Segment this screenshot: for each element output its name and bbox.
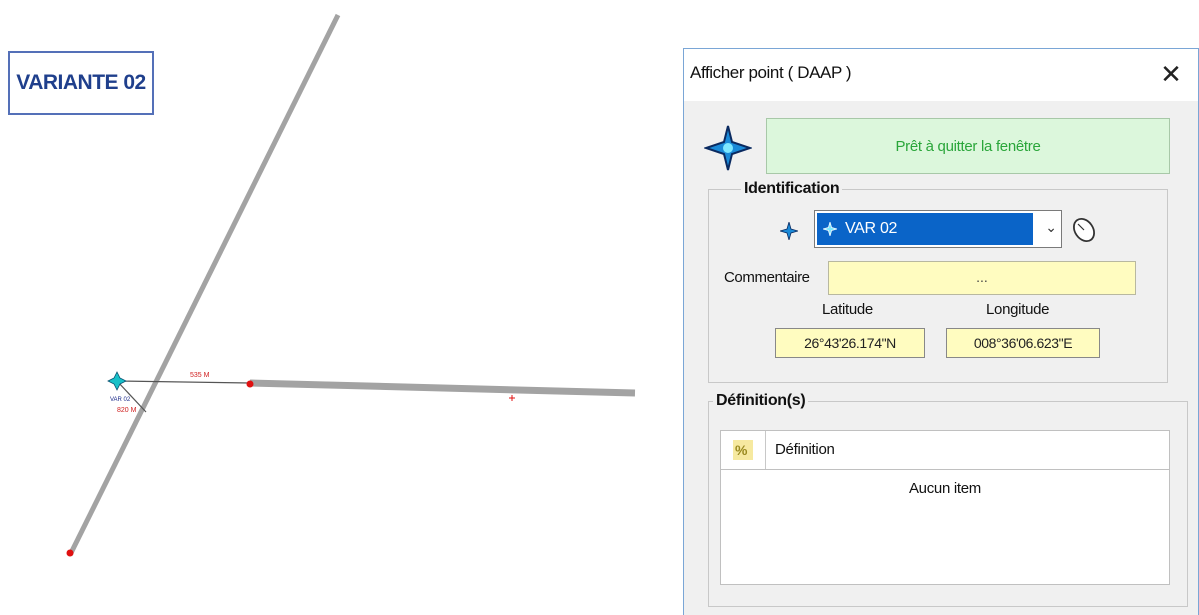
point-option-icon <box>823 222 837 236</box>
identification-legend: Identification <box>744 180 840 197</box>
map-point-label: VAR 02 <box>110 397 131 403</box>
longitude-label: Longitude <box>986 301 1050 318</box>
status-message: Prêt à quitter la fenêtre <box>766 118 1170 174</box>
distance-label-perpendicular: 820 M <box>117 407 137 414</box>
dialog-title: Afficher point ( DAAP ) <box>690 63 852 82</box>
close-icon[interactable]: ✕ <box>1154 57 1188 91</box>
variant-label: VARIANTE 02 <box>8 51 154 115</box>
mouse-pick-icon[interactable] <box>1070 213 1098 245</box>
definitions-table-header: % Définition <box>720 430 1170 470</box>
road-endpoint-junction <box>246 380 254 388</box>
target-marker-icon <box>509 395 515 401</box>
comment-label: Commentaire <box>724 269 810 286</box>
svg-text:%: % <box>735 442 748 458</box>
dialog-titlebar[interactable]: Afficher point ( DAAP ) ✕ <box>684 49 1198 101</box>
distance-label-horizontal: 535 M <box>190 372 210 379</box>
point-star-icon <box>704 125 752 171</box>
empty-list-text: Aucun item <box>908 480 982 497</box>
road-endpoint-bottom <box>66 549 74 557</box>
latitude-label: Latitude <box>822 301 873 318</box>
point-select-text: VAR 02 <box>845 220 898 237</box>
point-icon <box>780 222 798 240</box>
latitude-field[interactable]: 26°43'26.174"N <box>775 328 925 358</box>
definitions-list[interactable]: Aucun item <box>720 470 1170 585</box>
measure-line-horizontal <box>116 380 251 384</box>
definitions-legend: Définition(s) <box>716 392 806 409</box>
longitude-field[interactable]: 008°36'06.623"E <box>946 328 1100 358</box>
show-point-dialog: Afficher point ( DAAP ) ✕ Prêt à quitter… <box>683 48 1199 615</box>
percent-icon[interactable]: % <box>721 431 766 469</box>
definition-column-header[interactable]: Définition <box>775 441 835 458</box>
chevron-down-icon[interactable]: ⌄ <box>1045 219 1057 236</box>
road-horizontal <box>249 379 636 397</box>
point-select[interactable]: VAR 02 ⌄ <box>814 210 1062 248</box>
point-select-value: VAR 02 <box>817 213 1033 245</box>
comment-field[interactable]: ... <box>828 261 1136 295</box>
